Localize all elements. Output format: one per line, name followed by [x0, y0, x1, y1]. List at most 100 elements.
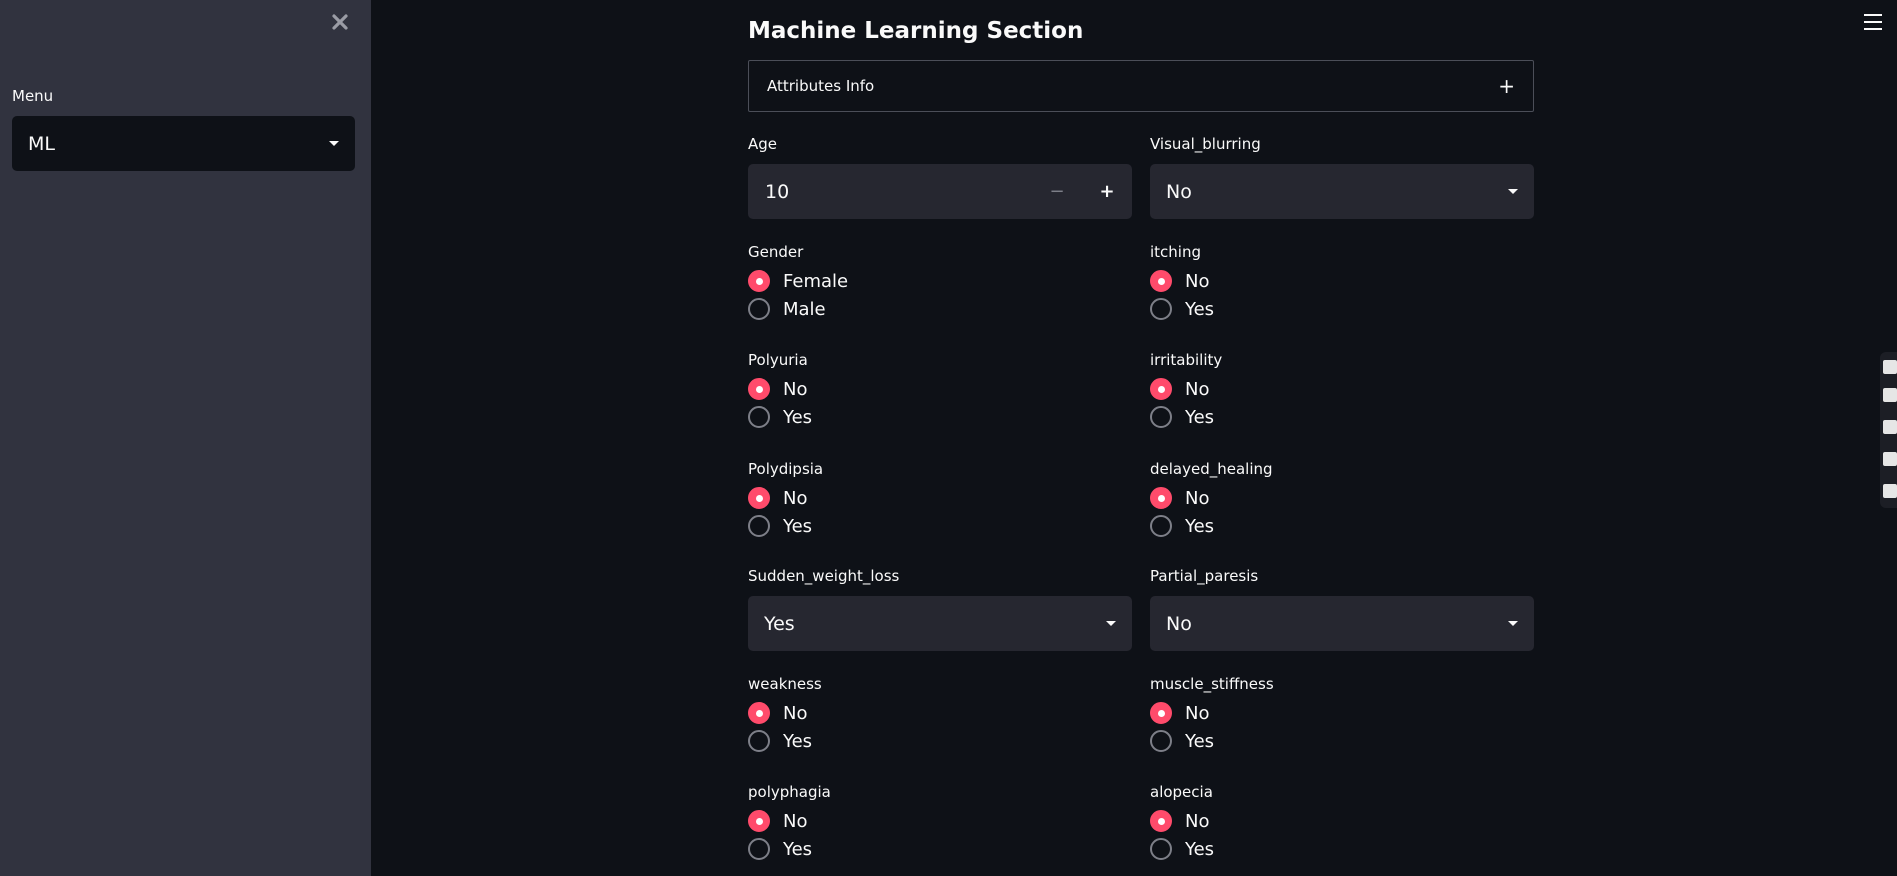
radio-button[interactable]	[748, 838, 770, 860]
delayed-healing-label: delayed_healing	[1150, 460, 1273, 478]
radio-button[interactable]	[748, 487, 770, 509]
polyphagia-radio-group: No Yes	[748, 810, 1132, 860]
polyuria-option-yes[interactable]: Yes	[748, 406, 1132, 428]
polyphagia-option-yes[interactable]: Yes	[748, 838, 1132, 860]
polydipsia-label: Polydipsia	[748, 460, 824, 478]
radio-button[interactable]	[748, 270, 770, 292]
delayed-healing-option-no[interactable]: No	[1150, 487, 1534, 509]
chevron-down-icon	[1508, 189, 1518, 194]
sudden-weight-loss-select[interactable]: Yes	[748, 596, 1132, 651]
radio-label: Yes	[1185, 515, 1215, 537]
gear-icon[interactable]	[1883, 484, 1897, 498]
alopecia-radio-group: No Yes	[1150, 810, 1534, 860]
attributes-info-expander[interactable]: Attributes Info +	[748, 60, 1534, 112]
muscle-stiffness-option-yes[interactable]: Yes	[1150, 730, 1534, 752]
radio-button[interactable]	[1150, 702, 1172, 724]
polyuria-option-no[interactable]: No	[748, 378, 1132, 400]
itching-label: itching	[1150, 243, 1201, 261]
copy-icon[interactable]	[1883, 452, 1897, 466]
polydipsia-option-no[interactable]: No	[748, 487, 1132, 509]
radio-button[interactable]	[1150, 838, 1172, 860]
muscle-stiffness-label: muscle_stiffness	[1150, 675, 1274, 693]
chevron-down-icon	[1508, 621, 1518, 626]
visual-blurring-field: Visual_blurring No	[1150, 135, 1534, 219]
increment-button[interactable]: +	[1082, 164, 1132, 219]
partial-paresis-field: Partial_paresis No	[1150, 567, 1534, 651]
radio-button[interactable]	[748, 702, 770, 724]
weakness-label: weakness	[748, 675, 822, 693]
radio-label: No	[1185, 270, 1210, 292]
plus-icon: +	[1498, 74, 1515, 98]
square-icon[interactable]	[1883, 420, 1897, 434]
radio-label: No	[1185, 810, 1210, 832]
partial-paresis-select[interactable]: No	[1150, 596, 1534, 651]
main-menu-icon[interactable]	[1864, 14, 1882, 30]
sidebar: Menu ML	[0, 0, 371, 876]
radio-button[interactable]	[1150, 810, 1172, 832]
alopecia-option-yes[interactable]: Yes	[1150, 838, 1534, 860]
visual-blurring-select[interactable]: No	[1150, 164, 1534, 219]
weakness-field: weakness No Yes	[748, 675, 1132, 752]
radio-label: No	[783, 487, 808, 509]
weakness-option-no[interactable]: No	[748, 702, 1132, 724]
decrement-button[interactable]: −	[1032, 164, 1082, 219]
radio-button[interactable]	[748, 515, 770, 537]
polyuria-radio-group: No Yes	[748, 378, 1132, 428]
radio-label: No	[783, 702, 808, 724]
muscle-stiffness-option-no[interactable]: No	[1150, 702, 1534, 724]
weakness-option-yes[interactable]: Yes	[748, 730, 1132, 752]
itching-option-yes[interactable]: Yes	[1150, 298, 1534, 320]
irritability-field: irritability No Yes	[1150, 351, 1534, 428]
alopecia-option-no[interactable]: No	[1150, 810, 1534, 832]
age-label: Age	[748, 135, 778, 153]
polyphagia-field: polyphagia No Yes	[748, 783, 1132, 860]
partial-paresis-value: No	[1166, 612, 1192, 635]
menu-select-value: ML	[28, 132, 55, 155]
polydipsia-option-yes[interactable]: Yes	[748, 515, 1132, 537]
polyphagia-option-no[interactable]: No	[748, 810, 1132, 832]
radio-button[interactable]	[748, 406, 770, 428]
radio-label: Yes	[1185, 730, 1215, 752]
polyuria-field: Polyuria No Yes	[748, 351, 1132, 428]
page-title: Machine Learning Section	[748, 18, 1084, 44]
polyphagia-label: polyphagia	[748, 783, 831, 801]
close-icon-glyph	[332, 14, 348, 30]
sudden-weight-loss-field: Sudden_weight_loss Yes	[748, 567, 1132, 651]
gender-field: Gender Female Male	[748, 243, 1132, 320]
irritability-option-yes[interactable]: Yes	[1150, 406, 1534, 428]
gender-option-male[interactable]: Male	[748, 298, 1132, 320]
side-toolbar	[1880, 352, 1897, 508]
itching-option-no[interactable]: No	[1150, 270, 1534, 292]
radio-label: Yes	[1185, 298, 1215, 320]
age-number-input[interactable]: 10 − +	[748, 164, 1132, 219]
muscle-stiffness-field: muscle_stiffness No Yes	[1150, 675, 1534, 752]
irritability-option-no[interactable]: No	[1150, 378, 1534, 400]
close-icon[interactable]	[328, 10, 352, 34]
radio-button[interactable]	[1150, 487, 1172, 509]
gender-radio-group: Female Male	[748, 270, 1132, 320]
age-value[interactable]: 10	[748, 181, 1032, 203]
age-field: Age 10 − +	[748, 135, 1132, 219]
delayed-healing-option-yes[interactable]: Yes	[1150, 515, 1534, 537]
radio-button[interactable]	[1150, 270, 1172, 292]
radio-button[interactable]	[1150, 378, 1172, 400]
camera-icon[interactable]	[1883, 388, 1897, 402]
gender-option-female[interactable]: Female	[748, 270, 1132, 292]
radio-label: No	[1185, 702, 1210, 724]
radio-button[interactable]	[1150, 298, 1172, 320]
visual-blurring-value: No	[1166, 180, 1192, 203]
radio-button[interactable]	[748, 730, 770, 752]
radio-button[interactable]	[748, 298, 770, 320]
radio-button[interactable]	[748, 810, 770, 832]
pin-icon[interactable]	[1883, 360, 1897, 374]
radio-label: Yes	[783, 406, 813, 428]
radio-button[interactable]	[748, 378, 770, 400]
delayed-healing-radio-group: No Yes	[1150, 487, 1534, 537]
radio-button[interactable]	[1150, 730, 1172, 752]
radio-button[interactable]	[1150, 515, 1172, 537]
alopecia-field: alopecia No Yes	[1150, 783, 1534, 860]
menu-select[interactable]: ML	[12, 116, 355, 171]
expander-label: Attributes Info	[767, 77, 875, 95]
chevron-down-icon	[1106, 621, 1116, 626]
radio-button[interactable]	[1150, 406, 1172, 428]
